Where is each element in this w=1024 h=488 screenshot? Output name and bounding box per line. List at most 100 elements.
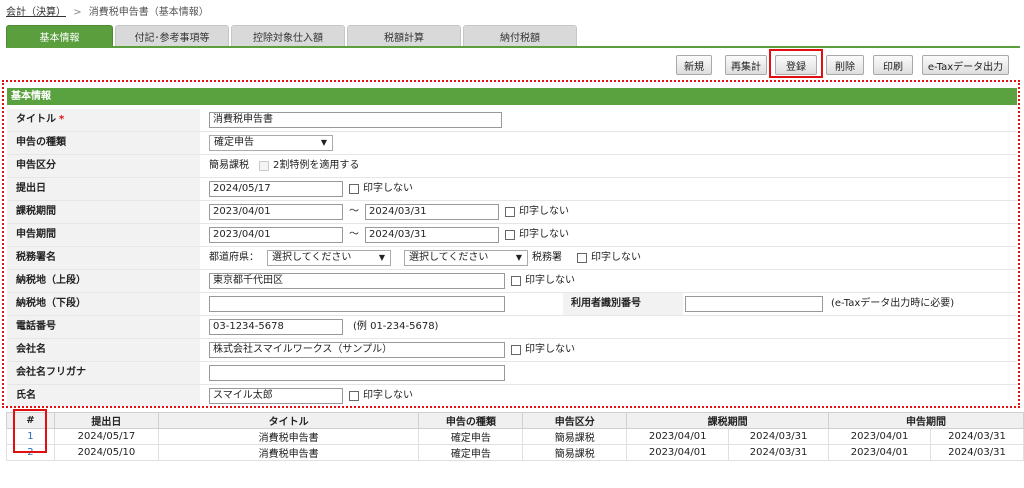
- tax-period-tilde: ～: [349, 206, 359, 217]
- col-header-category[interactable]: 申告区分: [522, 412, 628, 429]
- submit-date-input[interactable]: 2024/05/17: [209, 181, 343, 197]
- cell-report-from: 2023/04/01: [828, 428, 931, 445]
- chevron-down-icon: ▼: [515, 253, 522, 262]
- person-input[interactable]: スマイル太郎: [209, 388, 343, 404]
- phone-input[interactable]: 03-1234-5678: [209, 319, 343, 335]
- tax-office-select[interactable]: 選択してください ▼: [404, 250, 528, 266]
- cell-report-to: 2024/03/31: [929, 444, 1024, 461]
- special-rule-label: 2割特例を適用する: [273, 160, 360, 171]
- row-kind: 申告の種類 確定申告 ▼: [7, 132, 1017, 155]
- section-header: 基本情報: [7, 88, 1017, 105]
- company-label: 会社名: [7, 339, 200, 361]
- prefecture-label: 都道府県：: [209, 252, 259, 263]
- breadcrumb-current: 消費税申告書（基本情報）: [88, 7, 209, 18]
- address-upper-label: 納税地（上段）: [7, 270, 200, 292]
- user-id-input[interactable]: [685, 296, 823, 312]
- basic-info-form: 基本情報 タイトル * 消費税申告書 申告の種類 確定申告 ▼ 申告区分 簡易課税…: [2, 80, 1020, 408]
- cell-submit-date: 2024/05/10: [53, 444, 159, 461]
- row-tax-office: 税務署名 都道府県： 選択してください ▼ 選択してください ▼ 税務署 印字し…: [7, 247, 1017, 270]
- delete-button[interactable]: 削除: [826, 55, 864, 75]
- report-period-from-input[interactable]: 2023/04/01: [209, 227, 343, 243]
- row-report-period: 申告期間 2023/04/01 ～ 2024/03/31 印字しない: [7, 224, 1017, 247]
- person-noprint-label: 印字しない: [363, 390, 413, 401]
- tab-payment[interactable]: 納付税額: [463, 25, 577, 46]
- tab-deductible-purchase[interactable]: 控除対象仕入額: [231, 25, 345, 46]
- tab-bar: 基本情報 付記･参考事項等 控除対象仕入額 税額計算 納付税額: [6, 25, 579, 46]
- cell-category: 簡易課税: [522, 444, 628, 461]
- tax-office-suffix: 税務署: [532, 252, 562, 263]
- cell-submit-date: 2024/05/17: [53, 428, 159, 445]
- row-company: 会社名 株式会社スマイルワークス（サンプル） 印字しない: [7, 339, 1017, 362]
- print-button[interactable]: 印刷: [873, 55, 913, 75]
- register-highlight-box: [769, 49, 823, 78]
- col-header-tax-period[interactable]: 課税期間: [626, 412, 830, 429]
- cell-tax-from: 2023/04/01: [626, 444, 730, 461]
- tab-underline: [6, 46, 1020, 48]
- report-period-noprint-label: 印字しない: [519, 229, 569, 240]
- report-period-to-input[interactable]: 2024/03/31: [365, 227, 499, 243]
- recount-button[interactable]: 再集計: [725, 55, 767, 75]
- user-id-label: 利用者識別番号: [563, 293, 683, 315]
- tax-period-noprint-label: 印字しない: [519, 206, 569, 217]
- company-kana-input[interactable]: [209, 365, 505, 381]
- address-upper-noprint-checkbox[interactable]: [511, 276, 521, 286]
- phone-label: 電話番号: [7, 316, 200, 338]
- cell-tax-to: 2024/03/31: [728, 428, 830, 445]
- kind-select[interactable]: 確定申告 ▼: [209, 135, 333, 151]
- submit-date-noprint-checkbox[interactable]: [349, 184, 359, 194]
- cell-tax-from: 2023/04/01: [626, 428, 730, 445]
- breadcrumb: 会計（決算） > 消費税申告書（基本情報）: [6, 3, 209, 18]
- table-row[interactable]: 2 2024/05/10 消費税申告書 確定申告 簡易課税 2023/04/01…: [6, 444, 1024, 461]
- etax-export-button[interactable]: e-Taxデータ出力: [922, 55, 1009, 75]
- phone-example: (例 01-234-5678): [353, 321, 439, 332]
- tab-basic-info[interactable]: 基本情報: [6, 25, 113, 46]
- row-phone: 電話番号 03-1234-5678 (例 01-234-5678): [7, 316, 1017, 339]
- person-noprint-checkbox[interactable]: [349, 391, 359, 401]
- table-row[interactable]: 1 2024/05/17 消費税申告書 確定申告 簡易課税 2023/04/01…: [6, 428, 1024, 445]
- row-person: 氏名 スマイル太郎 印字しない: [7, 385, 1017, 406]
- breadcrumb-parent-link[interactable]: 会計（決算）: [6, 7, 66, 18]
- cell-kind: 確定申告: [418, 444, 524, 461]
- col-header-kind[interactable]: 申告の種類: [418, 412, 524, 429]
- row-address-upper: 納税地（上段） 東京都千代田区 印字しない: [7, 270, 1017, 293]
- tax-period-noprint-checkbox[interactable]: [505, 207, 515, 217]
- breadcrumb-separator: >: [73, 7, 82, 18]
- tab-notes[interactable]: 付記･参考事項等: [115, 25, 229, 46]
- title-label: タイトル *: [7, 109, 200, 131]
- prefecture-select[interactable]: 選択してください ▼: [267, 250, 391, 266]
- cell-report-to: 2024/03/31: [929, 428, 1024, 445]
- cell-category: 簡易課税: [522, 428, 628, 445]
- tab-tax-calculation[interactable]: 税額計算: [347, 25, 461, 46]
- tax-period-from-input[interactable]: 2023/04/01: [209, 204, 343, 220]
- tax-period-to-input[interactable]: 2024/03/31: [365, 204, 499, 220]
- company-input[interactable]: 株式会社スマイルワークス（サンプル）: [209, 342, 505, 358]
- company-noprint-label: 印字しない: [525, 344, 575, 355]
- report-period-label: 申告期間: [7, 224, 200, 246]
- tax-office-noprint-checkbox[interactable]: [577, 253, 587, 263]
- row-address-lower: 納税地（下段） 利用者識別番号 (e-Taxデータ出力時に必要): [7, 293, 1017, 316]
- address-upper-input[interactable]: 東京都千代田区: [209, 273, 505, 289]
- cell-title: 消費税申告書: [157, 428, 420, 445]
- category-label: 申告区分: [7, 155, 200, 177]
- company-noprint-checkbox[interactable]: [511, 345, 521, 355]
- address-upper-noprint-label: 印字しない: [525, 275, 575, 286]
- cell-title: 消費税申告書: [157, 444, 420, 461]
- cell-kind: 確定申告: [418, 428, 524, 445]
- cell-report-from: 2023/04/01: [828, 444, 931, 461]
- tax-office-select-value: 選択してください: [409, 252, 489, 263]
- col-header-submit-date[interactable]: 提出日: [53, 412, 159, 429]
- row-submit-date: 提出日 2024/05/17 印字しない: [7, 178, 1017, 201]
- special-rule-checkbox[interactable]: [259, 161, 269, 171]
- address-lower-input[interactable]: [209, 296, 505, 312]
- chevron-down-icon: ▼: [378, 253, 385, 262]
- col-header-title[interactable]: タイトル: [157, 412, 420, 429]
- prefecture-select-value: 選択してください: [272, 252, 352, 263]
- new-button[interactable]: 新規: [676, 55, 712, 75]
- report-period-noprint-checkbox[interactable]: [505, 230, 515, 240]
- row-company-kana: 会社名フリガナ: [7, 362, 1017, 385]
- submit-date-label: 提出日: [7, 178, 200, 200]
- title-input[interactable]: 消費税申告書: [209, 112, 502, 128]
- number-column-highlight-box: [13, 409, 47, 453]
- col-header-report-period[interactable]: 申告期間: [828, 412, 1024, 429]
- address-lower-label: 納税地（下段）: [7, 293, 200, 315]
